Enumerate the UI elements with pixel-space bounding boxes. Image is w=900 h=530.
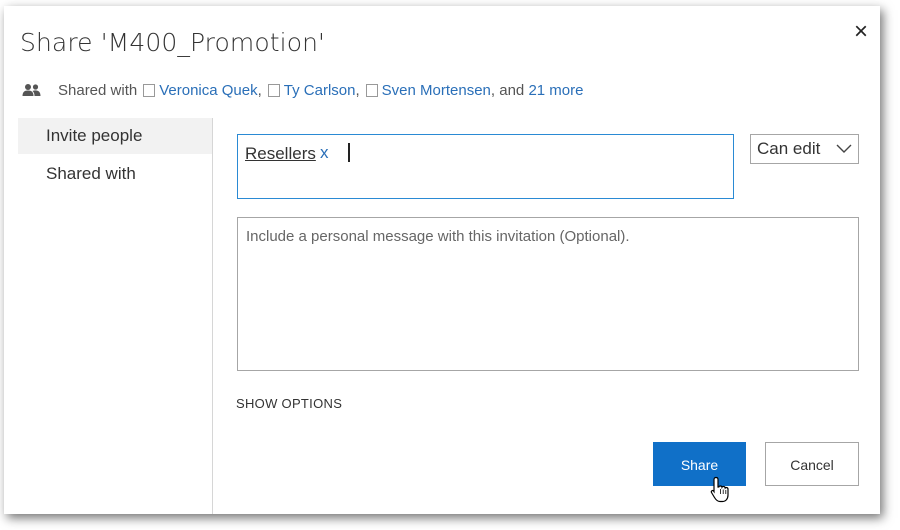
share-button[interactable]: Share	[653, 442, 746, 486]
remove-token-button[interactable]: x	[320, 143, 329, 163]
share-nav: Invite people Shared with	[18, 118, 213, 514]
name-separator: ,	[257, 81, 262, 99]
permission-dropdown[interactable]: Can edit	[750, 134, 859, 164]
dialog-title: Share 'M400_Promotion'	[20, 28, 326, 57]
shared-person-link[interactable]: Veronica Quek	[159, 82, 257, 99]
text-caret	[348, 143, 350, 162]
and-text: , and	[490, 81, 525, 99]
cancel-button[interactable]: Cancel	[765, 442, 859, 486]
shared-with-summary: Shared with Veronica Quek, Ty Carlson, S…	[22, 80, 583, 100]
close-icon[interactable]: ×	[847, 18, 875, 46]
chevron-down-icon	[836, 144, 852, 153]
personal-message-field[interactable]: Include a personal message with this inv…	[237, 217, 859, 371]
people-icon	[22, 83, 42, 97]
share-dialog: Share 'M400_Promotion' × Shared with Ver…	[4, 6, 880, 514]
shared-person-link[interactable]: Sven Mortensen	[382, 82, 491, 99]
person-avatar	[365, 83, 378, 97]
name-separator: ,	[355, 81, 360, 99]
permission-selected: Can edit	[757, 139, 821, 158]
person-avatar	[143, 83, 156, 97]
show-options-link[interactable]: SHOW OPTIONS	[236, 396, 342, 411]
more-people-link[interactable]: 21 more	[528, 82, 583, 99]
shared-person-link[interactable]: Ty Carlson	[284, 82, 356, 99]
shared-with-label: Shared with	[58, 81, 138, 99]
invitee-token: Resellers	[245, 144, 316, 163]
hand-cursor-icon	[710, 476, 729, 503]
person-avatar	[267, 83, 280, 97]
nav-shared-with[interactable]: Shared with	[18, 156, 212, 192]
nav-invite-people[interactable]: Invite people	[18, 118, 212, 154]
invite-people-input[interactable]: Resellers x	[237, 134, 734, 199]
